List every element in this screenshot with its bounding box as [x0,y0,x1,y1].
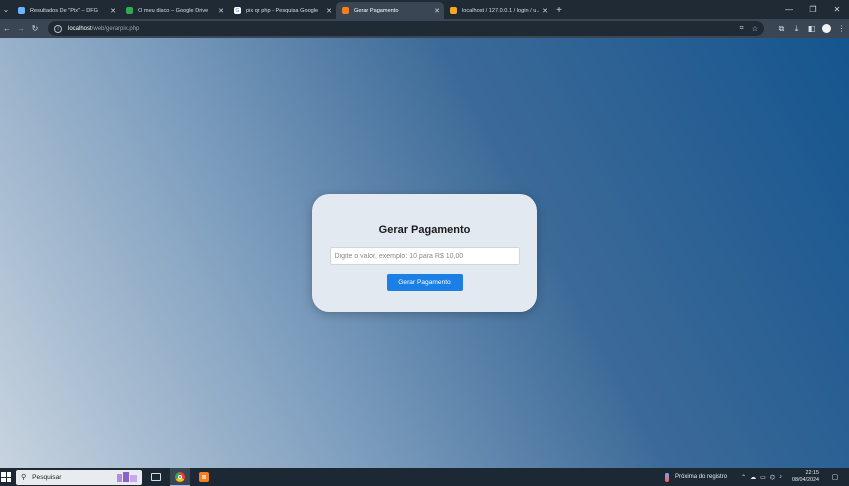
windows-start-icon[interactable] [1,472,11,482]
tab-title: localhost / 127.0.0.1 / login / u... [462,7,540,14]
back-icon[interactable]: ← [0,24,14,33]
system-tray: Próxima do registro ⌃ ☁ ▭ ⌬ ♪ 22:15 08/0… [665,468,849,486]
phpmyadmin-icon [450,7,457,14]
taskbar-chrome[interactable] [170,468,190,486]
close-icon[interactable]: ✕ [110,7,116,15]
chevron-up-icon[interactable]: ⌃ [741,474,746,481]
task-view-icon [151,473,161,481]
xampp-icon: ⊠ [199,472,209,482]
display-icon[interactable]: ▭ [760,474,766,481]
clock-time: 22:15 [805,470,820,476]
close-icon[interactable]: ✕ [434,7,440,15]
reload-icon[interactable]: ↻ [28,24,42,33]
close-icon[interactable]: ✕ [542,7,548,15]
tab-title: pix qr php - Pesquisa Google [246,7,319,14]
notification-icon[interactable]: ▢ [829,473,841,481]
google-icon: G [234,7,241,14]
taskbar-search-box[interactable]: ⚲ Pesquisar [16,469,142,485]
amount-input[interactable] [329,247,520,265]
taskbar-xampp[interactable]: ⊠ [194,468,214,486]
weather-widget[interactable]: Próxima do registro [665,472,728,482]
tab-google-drive[interactable]: O meu disco – Google Drive ✕ [120,2,228,19]
xampp-favicon-icon [342,7,349,14]
tab-search-icon[interactable]: ⌄ [0,0,12,19]
profile-avatar[interactable] [822,24,831,33]
close-icon[interactable]: ✕ [326,7,332,15]
tab-title: O meu disco – Google Drive [138,7,209,14]
side-panel-icon[interactable]: ◧ [804,24,819,33]
chrome-icon [175,471,185,482]
search-icon: ⚲ [21,474,27,481]
restore-icon[interactable]: ❐ [801,0,825,19]
close-icon[interactable]: ✕ [218,7,224,15]
tab-google-search[interactable]: G pix qr php - Pesquisa Google ✕ [228,2,336,19]
task-view-button[interactable] [146,468,166,486]
extensions-icon[interactable]: ⧉ [774,24,789,34]
bookmark-star-icon[interactable]: ☆ [752,25,758,33]
download-icon[interactable]: ⤓ [789,24,804,34]
url-path: /web/gerarpix.php [91,25,140,32]
tab-phpmyadmin[interactable]: localhost / 127.0.0.1 / login / u... ✕ [444,2,552,19]
forward-icon[interactable]: → [14,24,28,33]
window-controls: — ❐ ✕ [777,0,849,19]
taskbar-clock[interactable]: 22:15 08/04/2024 [792,470,819,484]
url-host: localhost [68,25,92,32]
search-highlight-art-icon [117,471,137,482]
dfg-favicon-icon [18,7,25,14]
minimize-icon[interactable]: — [777,0,801,19]
card-title: Gerar Pagamento [378,224,471,236]
cloud-icon[interactable]: ☁ [750,474,756,481]
close-window-icon[interactable]: ✕ [825,0,849,19]
new-tab-button[interactable]: + [552,2,566,19]
volume-icon[interactable]: ♪ [779,474,782,481]
tab-title: Gerar Pagamento [354,7,399,14]
network-icon[interactable]: ⌬ [770,474,775,481]
thermometer-icon [665,472,670,482]
translate-icon[interactable]: ⌗ [740,25,744,33]
site-info-icon[interactable]: i [54,24,62,33]
address-bar[interactable]: i localhost/web/gerarpix.php ⌗ ☆ [48,21,764,36]
page-viewport: Gerar Pagamento Gerar Pagamento [0,38,849,468]
google-drive-icon [126,7,133,14]
tab-gerar-pagamento[interactable]: Gerar Pagamento ✕ [336,2,444,19]
tab-dfg[interactable]: Resultados De "Pix" – DFG ✕ [12,2,120,19]
browser-toolbar: ← → ↻ i localhost/web/gerarpix.php ⌗ ☆ ⧉… [0,19,849,38]
weather-text: Próxima do registro [675,474,728,480]
windows-taskbar: ⚲ Pesquisar ⊠ Próxima do registro ⌃ ☁ ▭ … [0,468,849,486]
payment-card: Gerar Pagamento Gerar Pagamento [312,194,537,312]
menu-kebab-icon[interactable]: ⋮ [834,24,849,33]
tab-title: Resultados De "Pix" – DFG [30,7,99,14]
browser-tab-strip: ⌄ Resultados De "Pix" – DFG ✕ O meu disc… [0,0,849,19]
clock-date: 08/04/2024 [792,477,819,483]
generate-payment-button[interactable]: Gerar Pagamento [386,274,463,291]
search-placeholder: Pesquisar [32,473,62,481]
